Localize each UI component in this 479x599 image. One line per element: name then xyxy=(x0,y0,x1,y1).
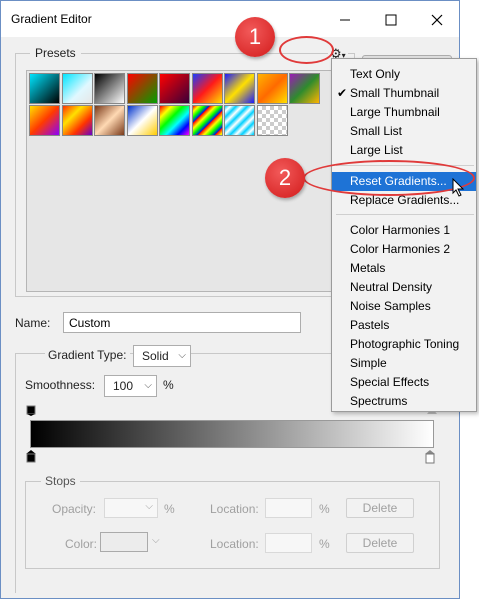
gradient-preset-swatch[interactable] xyxy=(94,105,125,136)
stops-group xyxy=(25,481,440,569)
checkmark-icon: ✔ xyxy=(337,86,348,100)
menu-item-text-only[interactable]: Text Only xyxy=(332,65,476,84)
menu-item-label: Small Thumbnail xyxy=(350,86,440,100)
menu-item-label: Special Effects xyxy=(350,375,430,389)
smoothness-stepper[interactable]: 100 ⌵ xyxy=(104,375,157,397)
menu-item-label: Text Only xyxy=(350,67,401,81)
gradient-preset-swatch[interactable] xyxy=(224,73,255,104)
menu-item-label: Spectrums xyxy=(350,394,408,408)
opacity-unit: % xyxy=(164,502,175,516)
menu-item-label: Color Harmonies 1 xyxy=(350,223,451,237)
smoothness-value: 100 xyxy=(113,379,134,393)
gradient-preset-swatch[interactable] xyxy=(126,73,158,104)
annotation-badge-1: 1 xyxy=(235,17,275,57)
stops-label: Stops xyxy=(41,474,80,488)
menu-item-label: Metals xyxy=(350,261,386,275)
name-label: Name: xyxy=(15,316,51,330)
menu-item-small-thumbnail[interactable]: ✔ Small Thumbnail xyxy=(332,84,476,103)
menu-item-simple[interactable]: Simple xyxy=(332,354,476,373)
menu-item-noise-samples[interactable]: Noise Samples xyxy=(332,297,476,316)
gradient-type-label: Gradient Type: xyxy=(45,348,130,362)
gradient-type-value: Solid xyxy=(142,349,169,363)
presets-options-menu: Text Only ✔ Small Thumbnail Large Thumbnail… xyxy=(331,58,477,412)
opacity-label: Opacity: xyxy=(52,502,97,516)
presets-label: Presets xyxy=(30,46,81,60)
menu-item-metals[interactable]: Metals xyxy=(332,259,476,278)
opacity-location-label: Location: xyxy=(210,502,259,516)
gradient-preset-swatch[interactable] xyxy=(61,73,93,104)
menu-item-label: Small List xyxy=(350,124,403,138)
menu-item-small-list[interactable]: Small List xyxy=(332,122,476,141)
close-icon xyxy=(431,14,443,26)
menu-item-pastels[interactable]: Pastels xyxy=(332,316,476,335)
color-stop-right[interactable] xyxy=(425,450,435,464)
opacity-stop-left[interactable] xyxy=(26,404,36,416)
gradient-preset-swatch[interactable] xyxy=(159,73,190,104)
menu-item-label: Large List xyxy=(350,143,403,157)
gradient-preset-swatch[interactable] xyxy=(224,105,255,136)
menu-item-color-harmonies-2[interactable]: Color Harmonies 2 xyxy=(332,240,476,259)
menu-item-label: Color Harmonies 2 xyxy=(350,242,451,256)
gradient-preset-swatch[interactable] xyxy=(29,73,60,104)
gradient-preview-bar[interactable] xyxy=(30,420,434,448)
menu-item-color-harmonies-1[interactable]: Color Harmonies 1 xyxy=(332,221,476,240)
chevron-down-icon: ⌵ xyxy=(152,535,160,546)
color-label: Color: xyxy=(65,537,98,551)
menu-item-label: Simple xyxy=(350,356,387,370)
close-button[interactable] xyxy=(417,7,457,33)
gradient-preset-swatch[interactable] xyxy=(256,73,288,104)
menu-separator xyxy=(336,214,474,215)
menu-item-label: Pastels xyxy=(350,318,390,332)
menu-item-large-thumbnail[interactable]: Large Thumbnail xyxy=(332,103,476,122)
gradient-type-select[interactable]: Solid ⌵ xyxy=(133,345,191,367)
gradient-preset-swatch[interactable] xyxy=(94,73,125,104)
menu-item-neutral-density[interactable]: Neutral Density xyxy=(332,278,476,297)
gradient-preset-swatch[interactable] xyxy=(191,105,223,136)
opacity-location-field[interactable] xyxy=(265,498,312,518)
menu-item-large-list[interactable]: Large List xyxy=(332,141,476,160)
gradient-preset-swatch[interactable] xyxy=(159,105,190,136)
color-location-label: Location: xyxy=(210,537,259,551)
gradient-preset-swatch[interactable] xyxy=(126,105,158,136)
title-bar: Gradient Editor xyxy=(1,1,459,37)
color-location-field[interactable] xyxy=(265,533,312,553)
opacity-delete-button[interactable]: Delete xyxy=(346,498,414,518)
mouse-pointer-icon xyxy=(452,178,465,197)
smoothness-label: Smoothness: xyxy=(25,378,96,392)
annotation-badge-2: 2 xyxy=(265,158,305,198)
chevron-down-icon: ⌵ xyxy=(178,350,186,361)
opacity-location-unit: % xyxy=(319,502,330,516)
color-location-unit: % xyxy=(319,537,330,551)
window-title: Gradient Editor xyxy=(11,12,92,26)
chevron-down-icon: ⌵ xyxy=(145,501,153,512)
smoothness-unit: % xyxy=(163,378,174,392)
menu-item-spectrums[interactable]: Spectrums xyxy=(332,392,476,411)
annotation-ellipse-reset xyxy=(303,160,475,196)
gradient-preset-swatch[interactable] xyxy=(29,105,60,136)
minimize-icon xyxy=(340,19,350,21)
opacity-field[interactable]: ⌵ xyxy=(104,498,158,518)
menu-item-label: Noise Samples xyxy=(350,299,431,313)
color-stop-left[interactable] xyxy=(26,450,36,464)
menu-item-label: Large Thumbnail xyxy=(350,105,440,119)
color-swatch-field[interactable] xyxy=(100,532,148,552)
chevron-down-icon: ⌵ xyxy=(144,380,152,391)
menu-item-photographic-toning[interactable]: Photographic Toning xyxy=(332,335,476,354)
gradient-preset-swatch[interactable] xyxy=(256,105,288,136)
maximize-button[interactable] xyxy=(371,7,411,33)
minimize-button[interactable] xyxy=(325,7,365,33)
gradient-preset-swatch[interactable] xyxy=(289,73,320,104)
gradient-preset-swatch[interactable] xyxy=(191,73,223,104)
color-delete-button[interactable]: Delete xyxy=(346,533,414,553)
menu-item-label: Photographic Toning xyxy=(350,337,460,351)
maximize-icon xyxy=(385,14,397,26)
menu-item-special-effects[interactable]: Special Effects xyxy=(332,373,476,392)
annotation-ellipse-gear xyxy=(279,36,334,64)
delete-label: Delete xyxy=(362,536,398,550)
menu-item-label: Neutral Density xyxy=(350,280,433,294)
name-input[interactable] xyxy=(63,312,301,333)
delete-label: Delete xyxy=(362,501,398,515)
gradient-preset-swatch[interactable] xyxy=(61,105,93,136)
